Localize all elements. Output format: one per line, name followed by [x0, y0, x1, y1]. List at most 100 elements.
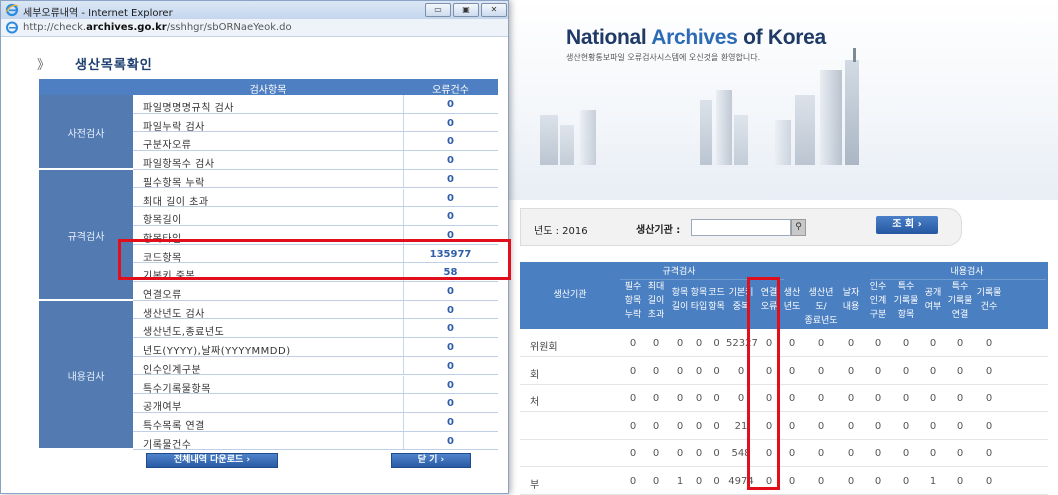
check-item-label: 파일누락 검사 [143, 121, 205, 133]
result-value: 0 [676, 365, 684, 377]
result-value: 0 [629, 338, 637, 349]
maximize-button[interactable]: ▣ [453, 3, 479, 17]
table-row: 최대 길이 초과 0 [133, 188, 498, 208]
result-value: 0 [874, 365, 882, 377]
result-value: 0 [985, 365, 993, 377]
result-value: 0 [652, 420, 660, 432]
result-value: 0 [956, 365, 964, 377]
result-value: 0 [902, 420, 910, 432]
query-button[interactable]: 조 회 › [876, 216, 938, 234]
col-header: 항목 타입 [690, 288, 708, 312]
check-item-label: 기록물건수 [143, 439, 192, 451]
agency-name: 처 [530, 397, 540, 408]
check-item-label: 생산년도,종료년도 [143, 327, 225, 339]
result-row[interactable]: 부 0 0 1 0 0 4974 0 0 0 0 0 0 1 0 0 [520, 467, 1048, 495]
result-value: 0 [652, 365, 660, 377]
result-value: 0 [695, 475, 703, 487]
table-row: 년도(YYYY),날짜(YYYYMMDD) 0 [133, 338, 498, 357]
table-row: 기록물건수 0 [133, 431, 498, 451]
result-value: 0 [929, 338, 937, 349]
result-value: 0 [847, 420, 855, 432]
col-header: 날자 내용 [842, 288, 860, 312]
result-value: 0 [652, 448, 660, 459]
col-header: 공개 여부 [924, 288, 942, 312]
close-button[interactable]: 닫 기 › [391, 453, 471, 468]
table-row: 파일항목수 검사 0 [133, 151, 498, 170]
result-value: 0 [788, 365, 796, 377]
table-row: 파일명명명규칙 검사 0 [133, 95, 498, 114]
search-icon[interactable]: ⚲ [791, 219, 806, 236]
check-item-label: 파일항목수 검사 [143, 159, 215, 171]
table-row: 인수인계구분 0 [133, 356, 498, 376]
table-row: 구분자오류 0 [133, 132, 498, 151]
error-count-value: 0 [447, 192, 454, 204]
result-value: 0 [695, 420, 703, 432]
check-item-label: 특수목록 연결 [143, 420, 205, 432]
col-check-item: 검사항목 [249, 85, 287, 96]
error-detail-popup: 세부오류내역 - Internet Explorer ▭ ▣ ✕ http://… [0, 0, 511, 494]
check-item-label: 구분자오류 [143, 140, 192, 152]
url-domain: archives.go.kr [86, 22, 167, 33]
page-title: 생산목록확인 [75, 58, 153, 73]
result-value: 0 [788, 338, 796, 349]
error-count-value: 0 [447, 286, 454, 297]
result-value: 0 [985, 420, 993, 432]
result-row[interactable]: 회000000000000000 [520, 357, 1048, 385]
error-count-value: 0 [447, 155, 454, 167]
result-value: 0 [874, 393, 882, 404]
result-value: 0 [652, 338, 660, 349]
result-value: 0 [929, 420, 937, 432]
result-row[interactable]: 처000000000000000 [520, 384, 1048, 412]
result-value: 0 [902, 448, 910, 459]
result-value: 0 [847, 393, 855, 404]
result-value: 0 [902, 338, 910, 349]
result-row[interactable]: 위원회 0 0 0 0 0 52327 0 0 0 0 0 0 0 0 0 [520, 329, 1048, 357]
table-row: 항목길이 0 [133, 207, 498, 226]
col-header: 최대 길이 초과 [647, 282, 665, 320]
result-value: 0 [788, 475, 796, 487]
window-titlebar: 세부오류내역 - Internet Explorer ▭ ▣ ✕ [1, 1, 508, 19]
group-format-check: 규격검사 [662, 267, 696, 277]
result-value: 0 [847, 475, 855, 487]
error-count-value: 0 [447, 435, 454, 447]
table-row: 연결오류 0 [133, 282, 498, 301]
result-value: 0 [817, 420, 825, 432]
agency-input[interactable] [691, 219, 791, 236]
page-icon [6, 21, 18, 34]
result-value: 0 [695, 393, 703, 404]
result-value: 0 [847, 338, 855, 349]
error-count-value: 0 [447, 117, 454, 129]
result-value: 0 [788, 420, 796, 432]
col-header: 필수 항목 누락 [624, 282, 642, 320]
url-path: /sshhgr/sbORNaeYeok.do [166, 22, 292, 33]
table-row: 생산년도,종료년도 0 [133, 319, 498, 338]
result-value: 0 [956, 475, 964, 487]
download-all-button[interactable]: 전체내역 다운로드 › [146, 453, 278, 468]
result-value: 0 [929, 393, 937, 404]
check-item-label: 공개여부 [143, 402, 182, 414]
check-item-label: 항목길이 [143, 215, 182, 227]
check-item-label: 필수항목 누락 [143, 177, 205, 189]
result-row[interactable]: 0 0 0 0 0 548 0 0 0 0 0 0 0 0 0 [520, 439, 1048, 467]
highlight-box-error-rows [118, 239, 511, 280]
result-value: 0 [874, 475, 882, 487]
category-cell: 내용검사 [39, 300, 133, 451]
close-window-button[interactable]: ✕ [481, 3, 507, 17]
check-item-label: 연결오류 [143, 290, 182, 301]
result-value: 0 [929, 365, 937, 377]
result-value: 0 [629, 365, 637, 377]
window-title: 세부오류내역 - Internet Explorer [23, 8, 173, 19]
result-value: 0 [713, 448, 720, 459]
result-value: 0 [695, 448, 703, 459]
minimize-button[interactable]: ▭ [425, 3, 451, 17]
category-cell: 사전검사 [39, 95, 133, 170]
result-value: 0 [817, 475, 825, 487]
result-value: 0 [713, 338, 720, 349]
result-row[interactable]: 0 0 0 0 0 21 0 0 0 0 0 0 0 0 0 [520, 412, 1048, 440]
result-value: 1 [676, 475, 684, 487]
check-item-label: 생산년도 검사 [143, 308, 205, 320]
address-bar[interactable]: http://check.archives.go.kr/sshhgr/sbORN… [1, 19, 508, 37]
result-value: 0 [652, 393, 660, 404]
result-value: 0 [629, 448, 637, 459]
agency-name: 부 [530, 479, 540, 491]
